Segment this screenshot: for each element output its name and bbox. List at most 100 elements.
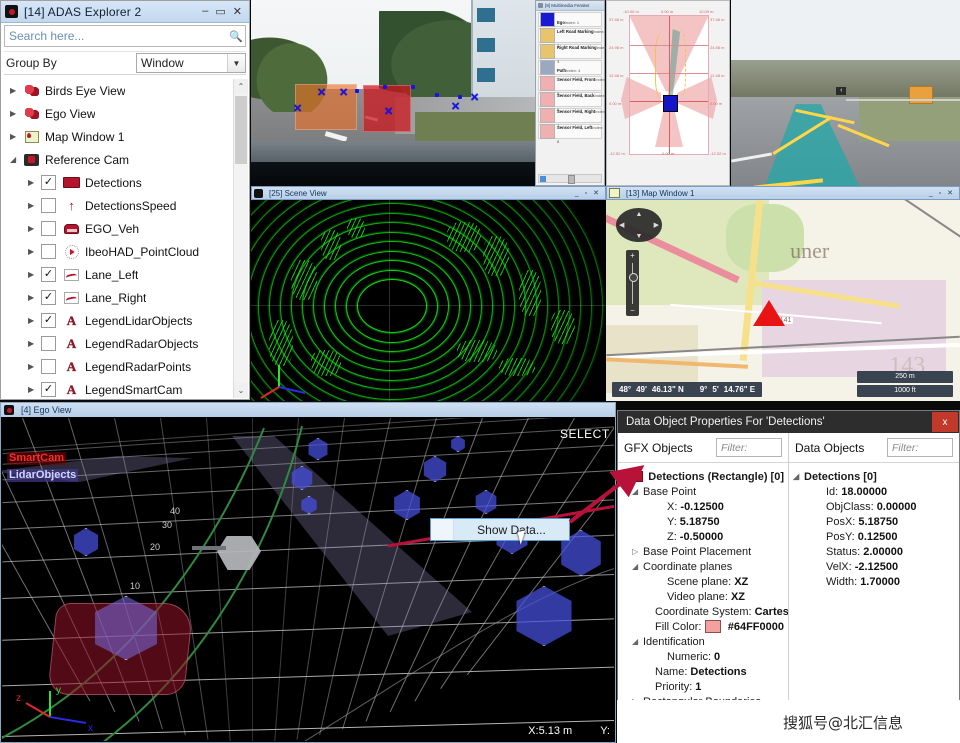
expand-icon[interactable]: ▷ bbox=[632, 547, 643, 556]
expand-arrow-icon[interactable]: ▶ bbox=[28, 201, 41, 210]
pan-right-icon[interactable]: ▶ bbox=[654, 221, 659, 229]
restore-button[interactable]: ▭ bbox=[215, 5, 225, 18]
expand-icon[interactable]: ◢ bbox=[632, 637, 643, 646]
property-row[interactable]: Coordinate System:Cartesi bbox=[622, 604, 788, 619]
object-tree[interactable]: ▶ Birds Eye View ▶ Ego View ▶ Map Window 1 ◢ Re… bbox=[2, 79, 233, 398]
visibility-checkbox[interactable]: ✓ bbox=[41, 290, 56, 305]
tree-item-reference-cam[interactable]: ◢ Reference Cam bbox=[2, 148, 233, 171]
property-row[interactable]: Y: 5.18750 bbox=[622, 514, 784, 529]
tree-item-lane-right[interactable]: ▶ ✓ Lane_Right bbox=[2, 286, 233, 309]
property-row[interactable]: Id: 18.00000 bbox=[793, 484, 955, 499]
magnifier-icon[interactable]: 🔍 bbox=[227, 30, 245, 43]
expand-arrow-icon[interactable]: ▶ bbox=[28, 224, 41, 233]
tree-item-legendradarobjects[interactable]: ▶ A LegendRadarObjects bbox=[2, 332, 233, 355]
context-menu[interactable]: Show Data... bbox=[430, 518, 570, 541]
tree-item-lane-left[interactable]: ▶ ✓ Lane_Left bbox=[2, 263, 233, 286]
expand-arrow-icon[interactable]: ▶ bbox=[28, 270, 41, 279]
visibility-checkbox[interactable]: ✓ bbox=[41, 175, 56, 190]
pan-up-icon[interactable]: ▲ bbox=[636, 211, 643, 218]
expand-arrow-icon[interactable]: ▶ bbox=[10, 86, 23, 95]
tree-item-ibeohad-pointcloud[interactable]: ▶ IbeoHAD_PointCloud bbox=[2, 240, 233, 263]
property-row[interactable]: Status: 2.00000 bbox=[793, 544, 955, 559]
tree-item-birds-eye-view[interactable]: ▶ Birds Eye View bbox=[2, 79, 233, 102]
property-row[interactable]: Priority: 1 bbox=[622, 679, 784, 694]
expand-arrow-icon[interactable]: ▶ bbox=[28, 293, 41, 302]
expand-arrow-icon[interactable]: ▶ bbox=[28, 316, 41, 325]
property-row[interactable]: Scene plane: XZ bbox=[622, 574, 784, 589]
chevron-down-icon[interactable]: ▼ bbox=[227, 54, 245, 72]
property-row[interactable]: ◢ Identification bbox=[622, 634, 784, 649]
tree-item-ego-veh[interactable]: ▶ EGO_Veh bbox=[2, 217, 233, 240]
color-swatch[interactable] bbox=[705, 620, 721, 633]
search-bar[interactable]: 🔍 bbox=[4, 25, 246, 47]
visibility-checkbox[interactable] bbox=[41, 359, 56, 374]
expand-icon[interactable]: ◢ bbox=[793, 472, 804, 481]
expand-arrow-icon[interactable]: ▶ bbox=[28, 178, 41, 187]
expand-icon[interactable]: ◢ bbox=[632, 487, 643, 496]
expand-arrow-icon[interactable]: ▶ bbox=[10, 132, 23, 141]
zoom-in-icon[interactable]: + bbox=[626, 251, 639, 260]
search-input[interactable] bbox=[5, 28, 227, 44]
expand-arrow-icon[interactable]: ◢ bbox=[10, 155, 23, 164]
tree-item-detections[interactable]: ▶ ✓ Detections bbox=[2, 171, 233, 194]
visibility-checkbox[interactable]: ✓ bbox=[41, 313, 56, 328]
ego-3d-canvas[interactable]: SmartCam LidarObjects 40 30 20 10 y x z … bbox=[2, 418, 614, 741]
tree-item-detectionsspeed[interactable]: ▶ ↑ DetectionsSpeed bbox=[2, 194, 233, 217]
expand-arrow-icon[interactable]: ▶ bbox=[28, 247, 41, 256]
map-zoom-slider[interactable]: + − bbox=[626, 250, 639, 316]
scroll-up-arrow[interactable]: ⌃ bbox=[234, 79, 248, 94]
property-root-row[interactable]: Detections (Rectangle) [0] bbox=[622, 469, 784, 484]
property-row[interactable]: Video plane: XZ bbox=[622, 589, 784, 604]
property-row[interactable]: X: -0.12500 bbox=[622, 499, 784, 514]
scroll-down-arrow[interactable]: ⌄ bbox=[234, 383, 248, 398]
slider-handle[interactable] bbox=[567, 175, 575, 184]
visibility-checkbox[interactable] bbox=[41, 221, 56, 236]
lidar-canvas[interactable] bbox=[251, 200, 606, 401]
close-button[interactable]: ✕ bbox=[233, 5, 242, 18]
expand-arrow-icon[interactable]: ▶ bbox=[10, 109, 23, 118]
minimize-button[interactable]: – bbox=[202, 5, 208, 18]
tree-item-legendsmartcam[interactable]: ▶ ✓ A LegendSmartCam bbox=[2, 378, 233, 398]
expand-arrow-icon[interactable]: ▶ bbox=[28, 385, 41, 394]
visibility-checkbox[interactable] bbox=[41, 244, 56, 259]
multimedia-item[interactable]: Right Road MarkingIndex: 3 bbox=[538, 44, 607, 64]
tree-item-legendlidarobjects[interactable]: ▶ ✓ A LegendLidarObjects bbox=[2, 309, 233, 332]
tree-item-map-window-1[interactable]: ▶ Map Window 1 bbox=[2, 125, 233, 148]
property-row[interactable]: PosX: 5.18750 bbox=[793, 514, 955, 529]
visibility-checkbox[interactable]: ✓ bbox=[41, 267, 56, 282]
map-pan-control[interactable]: ▲ ▼ ◀ ▶ bbox=[616, 208, 662, 242]
zoom-knob[interactable] bbox=[629, 273, 638, 282]
scrollbar-thumb[interactable] bbox=[235, 96, 247, 164]
property-root-row[interactable]: ◢ Detections [0] bbox=[793, 469, 955, 484]
property-row[interactable]: ▷ Base Point Placement bbox=[622, 544, 784, 559]
property-row[interactable]: PosY: 0.12500 bbox=[793, 529, 955, 544]
tree-item-legendradarpoints[interactable]: ▶ A LegendRadarPoints bbox=[2, 355, 233, 378]
property-row[interactable]: Numeric: 0 bbox=[622, 649, 784, 664]
pan-down-icon[interactable]: ▼ bbox=[636, 233, 643, 240]
data-filter-input[interactable]: Filter: bbox=[887, 438, 953, 457]
expand-icon[interactable]: ◢ bbox=[632, 562, 643, 571]
map-window-controls[interactable]: _ ▫ ✕ bbox=[929, 189, 957, 197]
visibility-checkbox[interactable] bbox=[41, 198, 56, 213]
multimedia-list[interactable]: EgoIndex: 1 Left Road MarkingIndex: 2 Righ… bbox=[536, 12, 607, 144]
property-row[interactable]: ObjClass: 0.00000 bbox=[793, 499, 955, 514]
property-row[interactable]: ◢ Base Point bbox=[622, 484, 784, 499]
property-row[interactable]: Name: Detections bbox=[622, 664, 784, 679]
context-menu-item-show-data[interactable]: Show Data... bbox=[454, 523, 569, 537]
visibility-checkbox[interactable] bbox=[41, 336, 56, 351]
property-row[interactable]: VelX: -2.12500 bbox=[793, 559, 955, 574]
slider-start-icon[interactable] bbox=[540, 176, 546, 182]
multimedia-item[interactable]: Sensor Field, LeftIndex: 8 bbox=[538, 124, 603, 144]
scene-window-controls[interactable]: _ ▫ ✕ bbox=[575, 189, 603, 197]
property-row[interactable]: Z: -0.50000 bbox=[622, 529, 784, 544]
property-row[interactable]: ◢ Coordinate planes bbox=[622, 559, 784, 574]
pan-left-icon[interactable]: ◀ bbox=[619, 221, 624, 229]
map-canvas[interactable]: uner 143 L 1141 ▲ ▼ ◀ ▶ + − 48° 49' 46.1… bbox=[606, 200, 960, 401]
expand-arrow-icon[interactable]: ▶ bbox=[28, 362, 41, 371]
property-row[interactable]: Width: 1.70000 bbox=[793, 574, 955, 589]
zoom-out-icon[interactable]: − bbox=[626, 306, 639, 315]
zoom-track[interactable] bbox=[632, 263, 633, 304]
group-by-select[interactable]: Window ▼ bbox=[136, 53, 246, 73]
close-icon[interactable]: x bbox=[932, 412, 958, 432]
gfx-filter-input[interactable]: Filter: bbox=[716, 438, 782, 457]
